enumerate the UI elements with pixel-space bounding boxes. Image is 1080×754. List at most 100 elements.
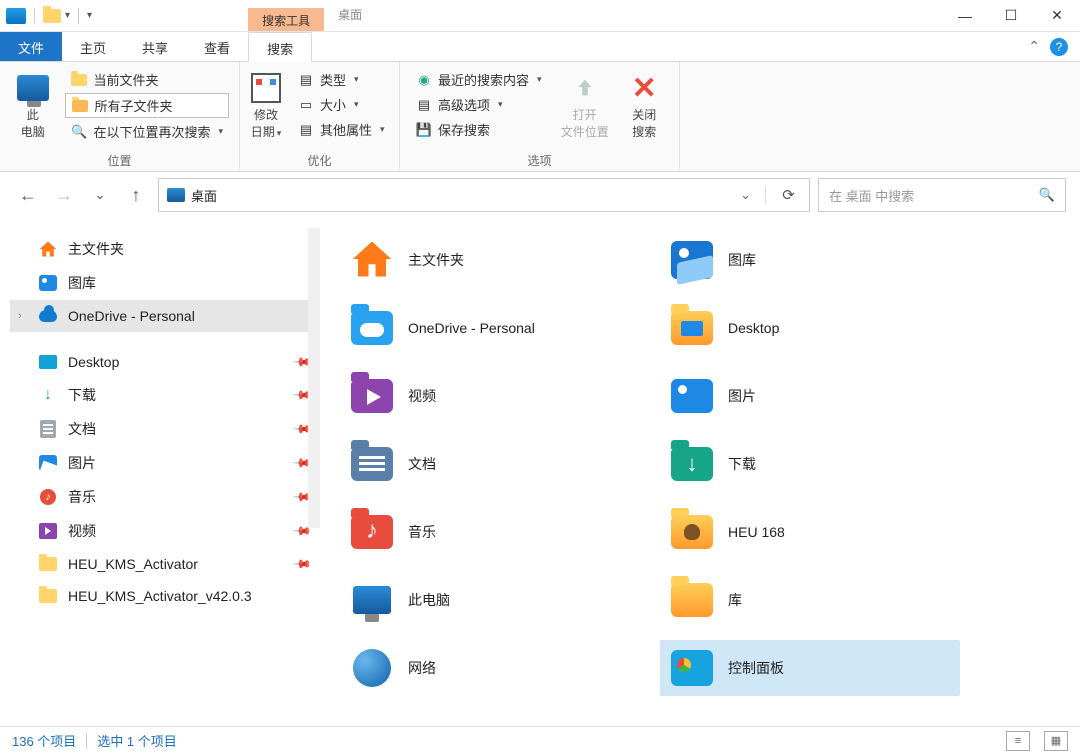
details-view-button[interactable]: ≡	[1006, 731, 1030, 751]
recent-icon: ◉	[416, 73, 432, 87]
current-folder-button[interactable]: 当前文件夹	[65, 68, 229, 91]
tab-home[interactable]: 主页	[62, 32, 124, 61]
pictures-folder-icon	[671, 379, 713, 413]
title-bar: ▾ ▾ 搜索工具 桌面 — ☐ ✕	[0, 0, 1080, 32]
kind-button[interactable]: ▤类型▾	[292, 68, 391, 91]
sidebar-item-heu1[interactable]: HEU_KMS_Activator📌	[10, 548, 320, 580]
sidebar-item-onedrive[interactable]: ›OneDrive - Personal	[10, 300, 320, 332]
forward-button[interactable]: →	[50, 185, 78, 206]
item-label: 图库	[728, 250, 756, 270]
open-file-location-button[interactable]: 打开 文件位置	[560, 68, 610, 148]
item-label: 图片	[728, 386, 756, 406]
item-label: 此电脑	[408, 590, 450, 610]
search-again-button[interactable]: 🔍在以下位置再次搜索▾	[65, 120, 229, 143]
size-button[interactable]: ▭大小▾	[292, 93, 391, 116]
up-button[interactable]: ↑	[122, 185, 150, 206]
download-icon: ↓	[38, 386, 58, 404]
downloads-folder-icon	[671, 447, 713, 481]
close-search-button[interactable]: ✕ 关闭 搜索	[620, 68, 670, 148]
qat-overflow-icon[interactable]: ▾	[87, 10, 92, 21]
sidebar-item-music[interactable]: ♪音乐📌	[10, 480, 320, 514]
maximize-button[interactable]: ☐	[988, 0, 1034, 31]
refresh-button[interactable]: ⟳	[765, 186, 801, 204]
item-label: Desktop	[728, 320, 779, 336]
address-bar[interactable]: 桌面 ⌄ ⟳	[158, 178, 810, 212]
all-subfolders-button[interactable]: 所有子文件夹	[65, 93, 229, 118]
search-placeholder: 在 桌面 中搜索	[829, 186, 914, 205]
recent-searches-button[interactable]: ◉最近的搜索内容▾	[410, 68, 550, 91]
content-item[interactable]: 网络	[340, 640, 640, 696]
selection-count: 选中 1 个项目	[97, 731, 176, 750]
recent-locations-button[interactable]: ⌄	[86, 187, 114, 203]
sidebar-item-documents[interactable]: 文档📌	[10, 412, 320, 446]
other-props-button[interactable]: ▤其他属性▾	[292, 118, 391, 141]
size-icon: ▭	[298, 98, 314, 112]
sidebar-item-videos[interactable]: 视频📌	[10, 514, 320, 548]
folder-tree-icon	[72, 100, 88, 112]
content-item[interactable]: 文档	[340, 436, 640, 492]
search-box[interactable]: 在 桌面 中搜索 🔍	[818, 178, 1066, 212]
desktop-folder-icon	[671, 311, 713, 345]
content-item[interactable]: 图片	[660, 368, 960, 424]
content-item[interactable]: HEU 168	[660, 504, 960, 560]
item-label: 视频	[408, 386, 436, 406]
minimize-button[interactable]: —	[942, 0, 988, 31]
expand-icon[interactable]: ›	[18, 310, 22, 322]
content-item[interactable]: OneDrive - Personal	[340, 300, 640, 356]
content-item[interactable]: 下载	[660, 436, 960, 492]
cloud-icon	[38, 307, 58, 325]
content-item[interactable]: 视频	[340, 368, 640, 424]
content-item[interactable]: 此电脑	[340, 572, 640, 628]
tab-file[interactable]: 文件	[0, 32, 62, 61]
save-search-button[interactable]: 💾保存搜索	[410, 118, 550, 141]
navigation-toolbar: ← → ⌄ ↑ 桌面 ⌄ ⟳ 在 桌面 中搜索 🔍	[0, 172, 1080, 218]
sidebar-item-desktop[interactable]: Desktop📌	[10, 346, 320, 378]
item-label: 下载	[728, 454, 756, 474]
item-label: OneDrive - Personal	[408, 320, 535, 336]
close-button[interactable]: ✕	[1034, 0, 1080, 31]
search-tools-header: 搜索工具	[248, 8, 324, 31]
icons-view-button[interactable]: ▦	[1044, 731, 1068, 751]
quick-access-toolbar: ▾ ▾	[0, 0, 98, 31]
app-icon	[6, 8, 26, 24]
ribbon-tabs: 文件 主页 共享 查看 搜索 ⌃ ?	[0, 32, 1080, 62]
content-item[interactable]: 控制面板	[660, 640, 960, 696]
back-button[interactable]: ←	[14, 185, 42, 206]
libraries-icon	[671, 583, 713, 617]
content-item[interactable]: 主文件夹	[340, 232, 640, 288]
search-icon: 🔍	[71, 125, 87, 139]
content-item[interactable]: 库	[660, 572, 960, 628]
sidebar-scrollbar[interactable]	[308, 228, 320, 528]
tab-search[interactable]: 搜索	[248, 32, 312, 62]
sidebar-item-gallery[interactable]: 图库	[10, 266, 320, 300]
calendar-icon	[251, 73, 281, 103]
content-item[interactable]: 音乐	[340, 504, 640, 560]
address-dropdown-icon[interactable]: ⌄	[740, 187, 751, 203]
help-icon[interactable]: ?	[1050, 38, 1068, 56]
content-item[interactable]: Desktop	[660, 300, 960, 356]
search-icon: 🔍	[1039, 187, 1055, 203]
this-pc-button[interactable]: 此 电脑	[10, 68, 55, 148]
folder-icon[interactable]	[43, 9, 61, 23]
arrow-up-icon	[569, 72, 601, 104]
collapse-ribbon-icon[interactable]: ⌃	[1028, 38, 1040, 55]
main-area: 主文件夹 图库 ›OneDrive - Personal Desktop📌 ↓下…	[0, 218, 1080, 726]
date-modified-button[interactable]: 修改 日期▾	[250, 68, 282, 148]
item-label: HEU 168	[728, 524, 785, 540]
sidebar-item-downloads[interactable]: ↓下载📌	[10, 378, 320, 412]
advanced-options-button[interactable]: ▤高级选项▾	[410, 93, 550, 116]
sidebar-item-home[interactable]: 主文件夹	[10, 232, 320, 266]
sidebar-item-pictures[interactable]: 图片📌	[10, 446, 320, 480]
content-item[interactable]: 图库	[660, 232, 960, 288]
status-bar: 136 个项目 选中 1 个项目 ≡ ▦	[0, 726, 1080, 754]
content-pane[interactable]: 主文件夹 图库 OneDrive - Personal Desktop 视频 图片文档 下载…	[320, 218, 1080, 726]
tab-view[interactable]: 查看	[186, 32, 248, 61]
qat-dropdown-icon[interactable]: ▾	[65, 10, 70, 21]
save-icon: 💾	[416, 123, 432, 137]
sidebar-item-heu2[interactable]: HEU_KMS_Activator_v42.0.3	[10, 580, 320, 612]
item-label: 控制面板	[728, 658, 784, 678]
tab-share[interactable]: 共享	[124, 32, 186, 61]
item-label: 音乐	[408, 522, 436, 542]
folder-icon	[38, 555, 58, 573]
item-label: 文档	[408, 454, 436, 474]
